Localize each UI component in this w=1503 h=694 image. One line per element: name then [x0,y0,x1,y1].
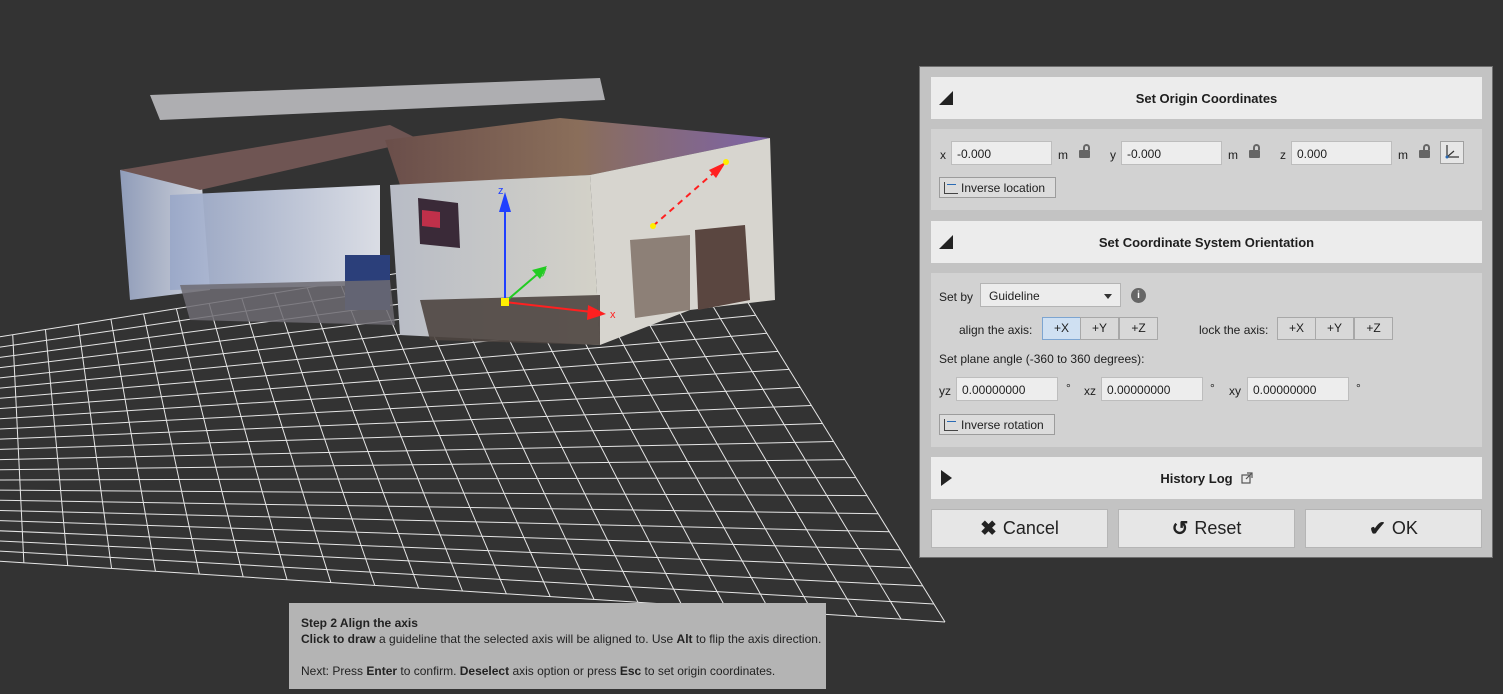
plane-angle-label: Set plane angle (-360 to 360 degrees): [939,352,1145,366]
close-icon: ✖ [980,518,997,540]
grid-line [0,477,856,481]
cancel-label: Cancel [1002,518,1059,538]
grid-line [0,550,934,605]
lock-z-button[interactable]: +Z [1354,317,1393,340]
lock-axis-label: lock the axis: [1199,323,1269,337]
x-lock-icon[interactable] [1079,144,1090,158]
x-label: x [940,148,946,162]
origin-section-title: Set Origin Coordinates [1135,90,1278,106]
align-z-button[interactable]: +Z [1119,317,1158,340]
y-axis-label: y [541,265,547,277]
guideline-start-point[interactable] [650,223,656,229]
set-by-value: Guideline [989,289,1040,303]
chevron-down-icon [1104,294,1112,299]
external-link-icon[interactable] [1241,472,1253,484]
step-hint-box: Step 2 Align the axis Click to draw a gu… [289,603,826,689]
axes-pick-icon [1445,145,1459,159]
y-input[interactable]: -0.000 [1121,141,1222,165]
xy-label: xy [1229,384,1241,398]
inverse-rotation-label: Inverse rotation [961,417,1044,432]
y-label: y [1110,148,1116,162]
history-log-header[interactable]: History Log [931,457,1482,499]
cancel-button[interactable]: ✖ Cancel [931,509,1108,548]
ok-button[interactable]: ✔ OK [1305,509,1482,548]
set-by-select[interactable]: Guideline [980,283,1121,307]
xy-angle-input[interactable]: 0.00000000 [1247,377,1349,401]
lock-y-button[interactable]: +Y [1315,317,1354,340]
next-instruction: Next: Press Enter to confirm. Deselect a… [301,664,776,678]
orientation-section-header[interactable]: Set Coordinate System Orientation [931,221,1482,263]
grid-line [0,499,879,515]
orientation-section-title: Set Coordinate System Orientation [1098,234,1315,250]
lock-x-button[interactable]: +X [1277,317,1316,340]
z-unit: m [1398,148,1408,162]
z-lock-icon[interactable] [1419,144,1430,158]
inverse-location-button[interactable]: Inverse location [939,177,1056,198]
expand-triangle-icon[interactable] [941,470,952,486]
yz-label: yz [939,384,951,398]
inverse-icon [944,418,958,431]
collapse-triangle-icon[interactable] [939,235,953,249]
orientation-section-body: Set by Guideline i align the axis: +X +Y… [931,273,1482,447]
inverse-icon [944,181,958,194]
step-title: Step 2 Align the axis [301,616,418,630]
z-axis-label: z [498,185,504,197]
grid-line [0,509,890,533]
y-unit: m [1228,148,1238,162]
info-icon[interactable]: i [1131,288,1146,303]
check-icon: ✔ [1369,518,1386,540]
grid-line [0,441,834,461]
xz-label: xz [1084,384,1096,398]
align-axis-label: align the axis: [959,323,1033,337]
history-log-title: History Log [1160,470,1233,486]
xz-angle-input[interactable]: 0.00000000 [1101,377,1203,401]
reset-label: Reset [1194,518,1242,538]
inverse-rotation-button[interactable]: Inverse rotation [939,414,1055,435]
grid-line [0,350,778,410]
grid-line [0,489,868,497]
yz-degree: ° [1066,381,1071,395]
origin-section-body: x -0.000 m y -0.000 m z 0.000 m Inverse … [931,129,1482,210]
grid-line [0,423,823,450]
reset-button[interactable]: ↺ Reset [1118,509,1295,548]
xy-degree: ° [1356,381,1361,395]
step-instruction: Click to draw a guideline that the selec… [301,632,822,646]
collapse-triangle-icon[interactable] [939,91,953,105]
z-label: z [1280,148,1286,162]
reset-icon: ↺ [1171,518,1189,540]
grid-line [0,459,845,471]
x-axis-label: x [610,309,616,321]
yz-angle-input[interactable]: 0.00000000 [956,377,1058,401]
inverse-location-label: Inverse location [961,180,1046,195]
pick-origin-button[interactable] [1440,141,1464,164]
align-y-button[interactable]: +Y [1080,317,1119,340]
origin-section-header[interactable]: Set Origin Coordinates [931,77,1482,119]
ok-label: OK [1391,518,1418,538]
guideline-end-point[interactable] [723,159,729,165]
y-lock-icon[interactable] [1249,144,1260,158]
x-input[interactable]: -0.000 [951,141,1052,165]
x-unit: m [1058,148,1068,162]
coordinate-system-panel: Set Origin Coordinates x -0.000 m y -0.0… [919,66,1493,558]
align-x-button[interactable]: +X [1042,317,1081,340]
point-cloud-building [120,78,775,345]
set-by-label: Set by [939,290,974,304]
grid-line [0,520,901,551]
z-input[interactable]: 0.000 [1291,141,1392,165]
xz-degree: ° [1210,381,1215,395]
